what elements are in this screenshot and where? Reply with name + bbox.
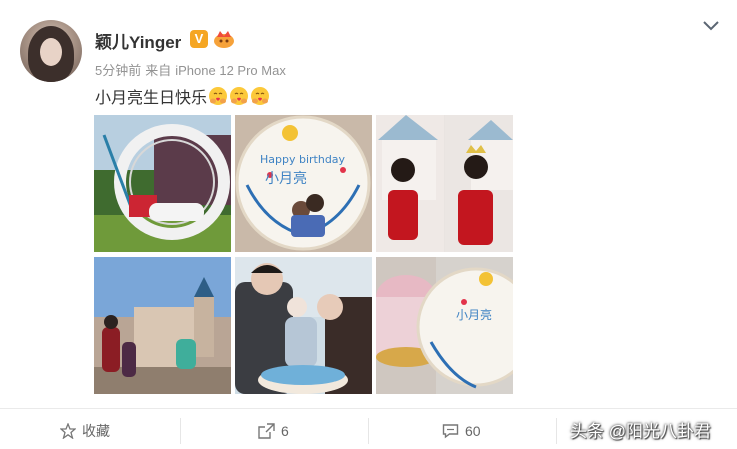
comment-icon <box>442 424 459 439</box>
post-time: 5分钟前 <box>95 63 142 78</box>
castle-park-photo-art <box>94 257 231 394</box>
avatar[interactable] <box>20 20 82 82</box>
action-separator <box>556 418 557 444</box>
cake-closeup-photo-art: 小月亮 <box>376 257 513 394</box>
comment-count: 60 <box>465 423 481 439</box>
svg-text:Happy birthday: Happy birthday <box>260 153 346 166</box>
action-bar-divider <box>0 408 737 409</box>
repost-button[interactable]: 6 <box>258 421 289 441</box>
svg-text:小月亮: 小月亮 <box>456 307 492 322</box>
swing-ring-photo[interactable] <box>94 115 231 252</box>
post-device[interactable]: iPhone 12 Pro Max <box>175 63 286 78</box>
repost-icon <box>258 423 275 439</box>
verified-badge: V <box>190 30 208 48</box>
watermark: 头条 @阳光八卦君 <box>570 422 711 441</box>
image-grid: Happy birthday 小月亮 小月亮 <box>94 115 514 395</box>
repost-count: 6 <box>281 423 289 439</box>
action-separator <box>180 418 181 444</box>
post-text: 小月亮生日快乐 <box>95 84 270 108</box>
hug-emoji-icon <box>209 87 228 105</box>
hug-emoji-icon <box>251 87 270 105</box>
hug-emoji-icon <box>230 87 249 105</box>
chevron-down-icon[interactable] <box>701 18 721 34</box>
castle-park-photo[interactable] <box>94 257 231 394</box>
dollhouse-girl-photo-art <box>376 115 513 252</box>
birthday-cake-top-photo[interactable]: Happy birthday 小月亮 <box>235 115 372 252</box>
cake-closeup-photo[interactable]: 小月亮 <box>376 257 513 394</box>
action-separator <box>368 418 369 444</box>
svg-text:小月亮: 小月亮 <box>265 170 307 187</box>
star-icon <box>60 423 76 439</box>
post-meta: 5分钟前 来自 iPhone 12 Pro Max <box>95 60 290 79</box>
family-cake-photo[interactable] <box>235 257 372 394</box>
dollhouse-girl-photo[interactable] <box>376 115 513 252</box>
username[interactable]: 颖儿Yinger <box>95 28 181 53</box>
member-badge-icon <box>214 31 234 48</box>
family-cake-photo-art <box>235 257 372 394</box>
birthday-cake-top-photo-art: Happy birthday 小月亮 <box>235 115 372 252</box>
swing-ring-photo-art <box>94 115 231 252</box>
post-source-prefix: 来自 <box>145 63 172 78</box>
favorite-button[interactable]: 收藏 <box>60 421 110 441</box>
favorite-label: 收藏 <box>82 423 110 439</box>
avatar-face <box>40 38 62 66</box>
post-text-content: 小月亮生日快乐 <box>95 90 208 107</box>
comment-button[interactable]: 60 <box>442 421 481 441</box>
